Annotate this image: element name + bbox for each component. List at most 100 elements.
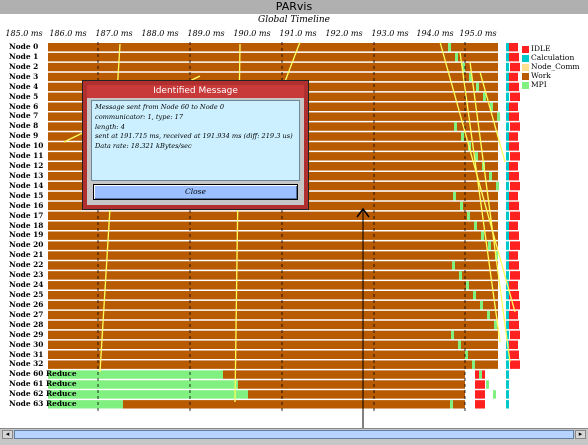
calc-segment[interactable] xyxy=(506,291,509,300)
mpi-segment[interactable] xyxy=(474,221,477,231)
work-bar[interactable] xyxy=(48,211,498,221)
calc-segment[interactable] xyxy=(506,390,509,400)
mpi-segment[interactable] xyxy=(450,400,453,410)
idle-bar[interactable] xyxy=(509,52,519,62)
idle-bar[interactable] xyxy=(475,380,485,390)
mpi-segment[interactable] xyxy=(476,82,479,92)
idle-bar[interactable] xyxy=(510,181,520,191)
calc-segment[interactable] xyxy=(506,112,509,122)
mpi-segment[interactable] xyxy=(460,201,463,211)
idle-bar[interactable] xyxy=(509,201,519,211)
idle-bar[interactable] xyxy=(510,241,520,251)
idle-bar[interactable] xyxy=(508,132,518,142)
work-bar[interactable] xyxy=(48,251,498,261)
calc-segment[interactable] xyxy=(506,92,509,102)
idle-bar[interactable] xyxy=(509,231,519,241)
calc-segment[interactable] xyxy=(506,102,509,112)
work-bar[interactable] xyxy=(48,291,498,300)
calc-segment[interactable] xyxy=(506,231,509,241)
close-button[interactable]: Close xyxy=(93,184,298,200)
idle-bar[interactable] xyxy=(508,43,518,52)
mpi-segment[interactable] xyxy=(497,112,500,122)
work-bar[interactable] xyxy=(48,261,498,271)
mpi-segment[interactable] xyxy=(451,330,454,340)
idle-bar[interactable] xyxy=(508,310,518,320)
work-bar[interactable] xyxy=(48,330,498,340)
scroll-thumb[interactable] xyxy=(14,430,574,439)
calc-segment[interactable] xyxy=(506,62,509,72)
calc-segment[interactable] xyxy=(506,152,509,162)
work-bar[interactable] xyxy=(48,231,498,241)
idle-bar[interactable] xyxy=(508,72,518,82)
work-bar[interactable] xyxy=(48,52,498,62)
work-bar[interactable] xyxy=(48,221,498,231)
idle-bar[interactable] xyxy=(508,340,518,350)
idle-bar[interactable] xyxy=(508,221,518,231)
mpi-segment[interactable] xyxy=(466,281,469,290)
idle-bar[interactable] xyxy=(510,122,520,132)
calc-segment[interactable] xyxy=(506,142,509,152)
work-bar[interactable] xyxy=(48,62,498,72)
scroll-right-button[interactable]: ▸ xyxy=(575,430,586,439)
work-bar[interactable] xyxy=(48,271,498,281)
mpi-segment[interactable] xyxy=(488,241,491,251)
calc-segment[interactable] xyxy=(506,261,509,271)
idle-bar[interactable] xyxy=(509,320,519,330)
calc-segment[interactable] xyxy=(506,43,509,52)
idle-bar[interactable] xyxy=(510,271,520,281)
work-bar[interactable] xyxy=(48,43,498,52)
work-bar[interactable] xyxy=(48,320,498,330)
calc-segment[interactable] xyxy=(506,241,509,251)
reduce-bar[interactable] xyxy=(48,390,248,400)
idle-bar[interactable] xyxy=(509,171,519,181)
calc-segment[interactable] xyxy=(506,360,509,370)
mpi-segment[interactable] xyxy=(489,171,492,181)
mpi-segment[interactable] xyxy=(454,122,457,132)
idle-bar[interactable] xyxy=(510,211,520,221)
calc-segment[interactable] xyxy=(506,72,509,82)
idle-bar[interactable] xyxy=(510,62,520,72)
mpi-segment[interactable] xyxy=(479,370,482,380)
idle-bar[interactable] xyxy=(510,330,520,340)
calc-segment[interactable] xyxy=(506,320,509,330)
calc-segment[interactable] xyxy=(506,300,509,310)
dialog-title[interactable]: Identified Message xyxy=(87,85,304,98)
mpi-segment[interactable] xyxy=(455,52,458,62)
work-bar[interactable] xyxy=(48,241,498,251)
idle-bar[interactable] xyxy=(508,191,518,201)
calc-segment[interactable] xyxy=(506,310,509,320)
work-bar[interactable] xyxy=(48,340,498,350)
calc-segment[interactable] xyxy=(506,400,509,410)
calc-segment[interactable] xyxy=(506,122,509,132)
mpi-segment[interactable] xyxy=(493,390,496,400)
work-bar[interactable] xyxy=(223,370,465,380)
calc-segment[interactable] xyxy=(506,162,509,171)
calc-segment[interactable] xyxy=(506,132,509,142)
work-bar[interactable] xyxy=(48,281,498,290)
work-bar[interactable] xyxy=(48,350,498,360)
idle-bar[interactable] xyxy=(508,162,518,171)
mpi-segment[interactable] xyxy=(494,320,497,330)
work-bar[interactable] xyxy=(48,360,498,370)
calc-segment[interactable] xyxy=(506,52,509,62)
calc-segment[interactable] xyxy=(506,201,509,211)
idle-bar[interactable] xyxy=(510,152,520,162)
calc-segment[interactable] xyxy=(506,271,509,281)
idle-bar[interactable] xyxy=(510,92,520,102)
mpi-segment[interactable] xyxy=(472,360,475,370)
idle-bar[interactable] xyxy=(508,281,518,290)
calc-segment[interactable] xyxy=(506,221,509,231)
scroll-left-button[interactable]: ◂ xyxy=(2,430,13,439)
idle-bar[interactable] xyxy=(508,251,518,261)
idle-bar[interactable] xyxy=(509,82,519,92)
mpi-segment[interactable] xyxy=(481,231,484,241)
mpi-segment[interactable] xyxy=(486,380,489,390)
mpi-segment[interactable] xyxy=(496,181,499,191)
calc-segment[interactable] xyxy=(506,211,509,221)
mpi-segment[interactable] xyxy=(480,300,483,310)
mpi-segment[interactable] xyxy=(467,211,470,221)
mpi-segment[interactable] xyxy=(459,271,462,281)
mpi-segment[interactable] xyxy=(448,43,451,52)
work-bar[interactable] xyxy=(48,300,498,310)
idle-bar[interactable] xyxy=(509,112,519,122)
